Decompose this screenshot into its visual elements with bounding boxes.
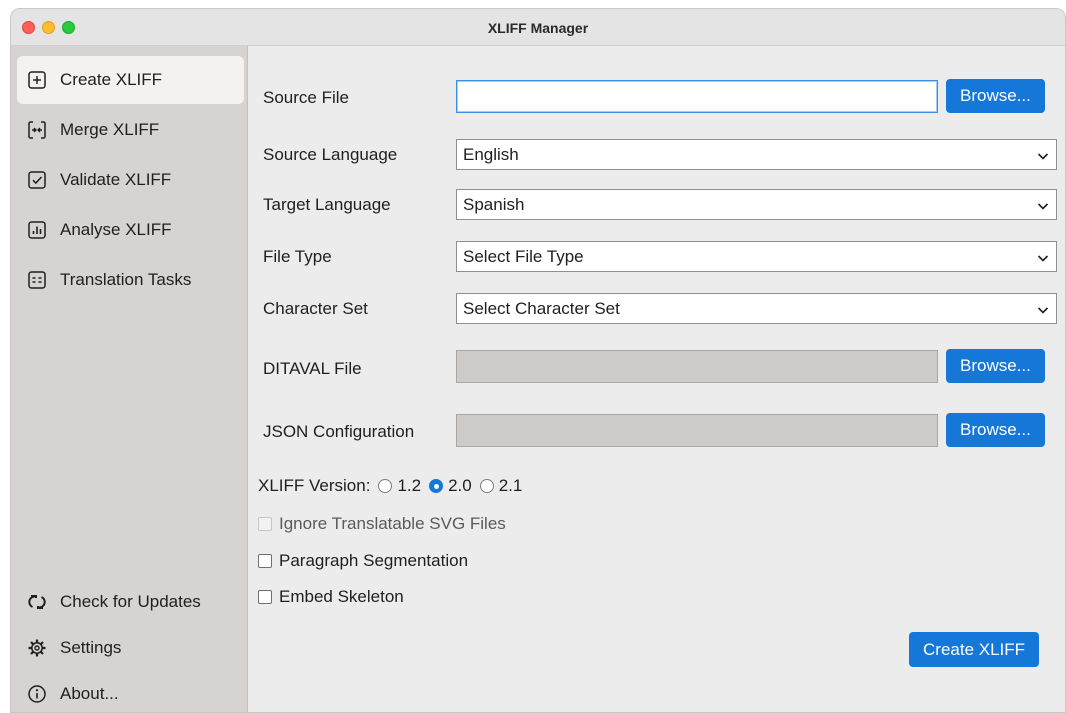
ditaval-file-field[interactable] xyxy=(456,350,938,383)
sidebar-item-label: Translation Tasks xyxy=(60,270,192,289)
file-type-label: File Type xyxy=(263,247,332,266)
ignore-svg-label: Ignore Translatable SVG Files xyxy=(279,514,506,533)
embed-skeleton-label: Embed Skeleton xyxy=(279,587,404,606)
paragraph-segmentation-label: Paragraph Segmentation xyxy=(279,551,469,570)
create-xliff-button[interactable]: Create XLIFF xyxy=(909,632,1040,667)
sidebar-item-label: Check for Updates xyxy=(60,592,201,611)
sidebar-item-label: Validate XLIFF xyxy=(60,170,172,189)
create-xliff-panel: Source File Browse... Source Language En… xyxy=(248,46,1065,712)
target-language-select[interactable]: Spanish xyxy=(456,189,1057,220)
sidebar-item-check-updates[interactable]: Check for Updates xyxy=(17,578,244,626)
ignore-svg-checkbox-row: Ignore Translatable SVG Files xyxy=(258,514,506,534)
merge-arrows-icon xyxy=(27,120,47,140)
chevron-down-icon xyxy=(1036,198,1050,212)
plus-square-icon xyxy=(27,70,47,90)
xliff-version-option-label: 2.1 xyxy=(498,476,523,495)
app-window: XLIFF Manager Create XLIFF Merge XLIFF V… xyxy=(10,8,1066,713)
sidebar-item-label: Analyse XLIFF xyxy=(60,220,172,239)
select-value: Spanish xyxy=(463,194,525,214)
sidebar-item-create-xliff[interactable]: Create XLIFF xyxy=(17,56,244,104)
xliff-version-label: XLIFF Version: xyxy=(258,476,371,495)
json-configuration-browse-button[interactable]: Browse... xyxy=(946,413,1045,447)
sidebar-item-about[interactable]: About... xyxy=(17,670,244,712)
bar-chart-icon xyxy=(27,220,47,240)
info-icon xyxy=(27,684,47,704)
sidebar-item-translation-tasks[interactable]: Translation Tasks xyxy=(17,256,244,304)
sidebar-item-merge-xliff[interactable]: Merge XLIFF xyxy=(17,106,244,154)
task-list-icon xyxy=(27,270,47,290)
select-value: English xyxy=(463,144,519,164)
xliff-version-group: XLIFF Version: 1.2 2.0 2.1 xyxy=(258,476,522,496)
source-language-label: Source Language xyxy=(263,145,398,164)
xliff-version-radio-2-0[interactable] xyxy=(429,479,444,493)
ignore-svg-checkbox[interactable] xyxy=(258,517,272,531)
source-file-label: Source File xyxy=(263,88,349,107)
xliff-version-option-label: 2.0 xyxy=(448,476,472,495)
paragraph-segmentation-checkbox[interactable] xyxy=(258,554,272,568)
chevron-down-icon xyxy=(1036,148,1050,162)
character-set-select[interactable]: Select Character Set xyxy=(456,293,1057,324)
sidebar-item-label: Settings xyxy=(60,638,122,657)
select-value: Select Character Set xyxy=(463,298,620,318)
sidebar-item-analyse-xliff[interactable]: Analyse XLIFF xyxy=(17,206,244,254)
paragraph-segmentation-checkbox-row: Paragraph Segmentation xyxy=(258,551,468,571)
title-bar: XLIFF Manager xyxy=(11,9,1065,46)
target-language-label: Target Language xyxy=(263,195,391,214)
checkbox-icon xyxy=(27,170,47,190)
embed-skeleton-checkbox[interactable] xyxy=(258,590,272,604)
source-file-field[interactable] xyxy=(456,80,938,113)
file-type-select[interactable]: Select File Type xyxy=(456,241,1057,272)
source-language-select[interactable]: English xyxy=(456,139,1057,170)
ditaval-file-label: DITAVAL File xyxy=(263,359,362,378)
source-file-browse-button[interactable]: Browse... xyxy=(946,79,1045,113)
xliff-version-radio-2-1[interactable] xyxy=(479,479,494,493)
json-configuration-label: JSON Configuration xyxy=(263,422,415,441)
sidebar-item-label: About... xyxy=(60,684,119,703)
refresh-icon xyxy=(27,592,47,612)
xliff-version-option-label: 1.2 xyxy=(397,476,422,495)
sidebar: Create XLIFF Merge XLIFF Validate XLIFF … xyxy=(11,46,248,712)
sidebar-item-label: Create XLIFF xyxy=(60,70,163,89)
sidebar-item-label: Merge XLIFF xyxy=(60,120,160,139)
json-configuration-field[interactable] xyxy=(456,414,938,447)
character-set-label: Character Set xyxy=(263,299,368,318)
chevron-down-icon xyxy=(1036,302,1050,316)
select-value: Select File Type xyxy=(463,246,584,266)
ditaval-file-browse-button[interactable]: Browse... xyxy=(946,349,1045,383)
embed-skeleton-checkbox-row: Embed Skeleton xyxy=(258,587,404,607)
window-title: XLIFF Manager xyxy=(487,20,589,36)
sidebar-item-validate-xliff[interactable]: Validate XLIFF xyxy=(17,156,244,204)
chevron-down-icon xyxy=(1036,250,1050,264)
sidebar-item-settings[interactable]: Settings xyxy=(17,624,244,672)
xliff-version-radio-1-2[interactable] xyxy=(378,479,393,493)
gear-icon xyxy=(27,638,47,658)
